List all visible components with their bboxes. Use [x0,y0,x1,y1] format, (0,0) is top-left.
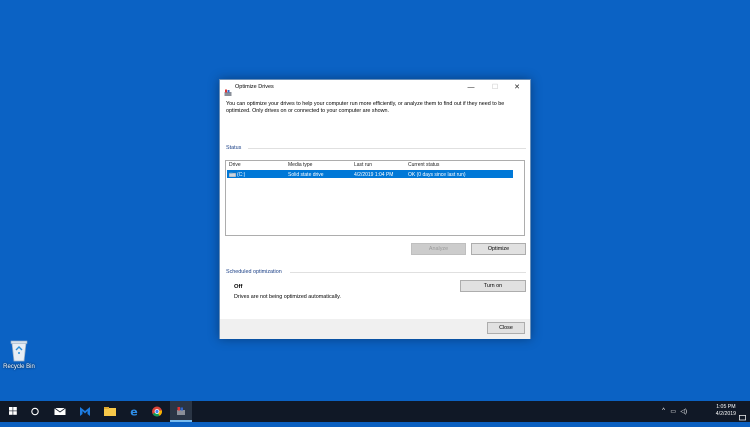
optimize-drives-app-icon [224,84,232,96]
status-divider [248,148,526,149]
network-icon[interactable]: ▭ [670,408,676,415]
clock-time: 1:05 PM [716,404,736,410]
mail-icon[interactable] [49,401,71,422]
column-header-current-status[interactable]: Current status [408,162,439,168]
recycle-bin[interactable]: Recycle Bin [0,338,38,370]
description-text: You can optimize your drives to help you… [226,101,505,114]
action-center-icon[interactable] [739,408,746,421]
schedule-description: Drives are not being optimized automatic… [234,294,341,300]
malwarebytes-icon[interactable] [74,401,96,422]
volume-icon[interactable]: ◁) [680,408,687,415]
taskbar: e ^ ▭ ◁) 1:05 PM 4/2/2019 [0,401,750,422]
column-header-drive[interactable]: Drive [229,162,241,168]
window-content: You can optimize your drives to help you… [220,96,530,319]
list-header: Drive Media type Last run Current status [226,161,524,169]
row-last-run: 4/2/2019 1:04 PM [354,171,394,178]
row-media-type: Solid state drive [288,171,324,178]
title-bar[interactable]: Optimize Drives — ☐ ✕ [220,80,530,96]
recycle-bin-label: Recycle Bin [3,364,35,370]
window-title: Optimize Drives [235,84,274,90]
windows-start-icon[interactable] [2,401,24,422]
scheduled-divider [290,272,526,273]
show-hidden-icons-chevron-icon[interactable]: ^ [662,408,665,414]
close-button[interactable]: Close [487,322,525,334]
analyze-button[interactable]: Analyze [411,243,466,255]
row-drive: (C:) [237,171,246,178]
edge-icon[interactable]: e [123,401,145,422]
optimize-drives-taskbar-icon[interactable] [170,401,192,422]
close-window-button[interactable]: ✕ [506,82,528,94]
system-clock[interactable]: 1:05 PM 4/2/2019 [716,404,736,418]
window-footer: Close [220,319,530,339]
recycle-bin-icon [9,338,29,362]
chrome-icon[interactable] [146,401,168,422]
turn-on-button[interactable]: Turn on [460,280,526,292]
optimize-drives-window: Optimize Drives — ☐ ✕ You can optimize y… [219,79,531,339]
file-explorer-icon[interactable] [99,401,121,422]
row-current-status: OK (0 days since last run) [408,171,466,178]
optimize-button[interactable]: Optimize [471,243,526,255]
scheduled-group-title: Scheduled optimization [226,269,282,275]
drive-row[interactable]: (C:) Solid state drive 4/2/2019 1:04 PM … [227,170,513,178]
maximize-button[interactable]: ☐ [484,82,506,94]
schedule-state: Off [234,284,243,290]
clock-date: 4/2/2019 [715,411,736,417]
svg-text:e: e [130,406,137,419]
column-header-last-run[interactable]: Last run [354,162,372,168]
column-header-media-type[interactable]: Media type [288,162,312,168]
drive-icon [228,171,237,177]
search-circle-icon[interactable] [24,401,46,422]
desktop: Recycle Bin Optimize Drives — ☐ ✕ You ca… [0,0,750,401]
minimize-button[interactable]: — [460,82,482,94]
status-group-title: Status [226,145,242,151]
drives-list[interactable]: Drive Media type Last run Current status… [225,160,525,236]
